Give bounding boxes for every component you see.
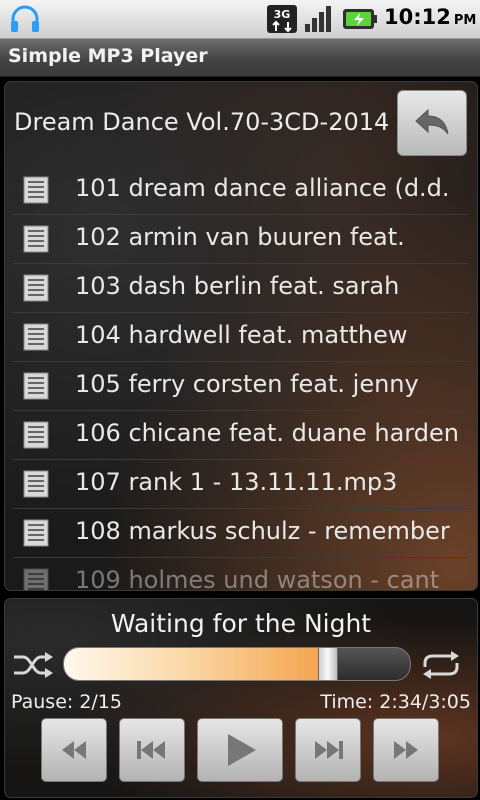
track-title: 104 hardwell feat. matthew	[75, 321, 408, 349]
signal-icon	[305, 6, 331, 32]
play-icon	[228, 734, 256, 766]
shuffle-icon[interactable]	[11, 649, 55, 681]
status-bar: 3G 10:12 PM	[0, 0, 480, 39]
track-list[interactable]: 101 dream dance alliance (d.d. 102 armin…	[13, 166, 469, 591]
fast-forward-icon	[394, 741, 418, 759]
list-item[interactable]: 106 chicane feat. duane harden	[13, 411, 469, 460]
file-icon	[23, 323, 49, 351]
list-item[interactable]: 107 rank 1 - 13.11.11.mp3	[13, 460, 469, 509]
track-title: 109 holmes und watson - cant	[75, 566, 440, 591]
seek-bar[interactable]	[63, 647, 411, 681]
track-title: 107 rank 1 - 13.11.11.mp3	[75, 468, 398, 496]
clock: 10:12 PM	[384, 5, 476, 29]
play-button[interactable]	[197, 718, 283, 782]
track-title: 101 dream dance alliance (d.d.	[75, 174, 450, 202]
seek-thumb[interactable]	[317, 648, 338, 680]
list-item[interactable]: 109 holmes und watson - cant	[13, 558, 469, 591]
file-icon	[23, 568, 49, 590]
repeat-icon[interactable]	[419, 649, 463, 681]
list-item[interactable]: 104 hardwell feat. matthew	[13, 313, 469, 362]
playlist-panel: Dream Dance Vol.70-3CD-2014 101 dream da…	[4, 81, 478, 591]
file-icon	[23, 519, 49, 547]
3g-data-icon: 3G	[267, 5, 297, 33]
clock-time: 10:12	[384, 5, 451, 29]
track-title: 105 ferry corsten feat. jenny	[75, 370, 419, 398]
app-title-bar: Simple MP3 Player	[0, 39, 480, 77]
previous-button[interactable]	[119, 718, 185, 782]
list-item[interactable]: 101 dream dance alliance (d.d.	[13, 166, 469, 215]
list-item[interactable]: 102 armin van buuren feat.	[13, 215, 469, 264]
app-title: Simple MP3 Player	[8, 45, 208, 67]
track-title: 102 armin van buuren feat.	[75, 223, 405, 251]
list-item[interactable]: 103 dash berlin feat. sarah	[13, 264, 469, 313]
battery-charging-icon	[343, 9, 377, 29]
file-icon	[23, 470, 49, 498]
track-title: 106 chicane feat. duane harden	[75, 419, 459, 447]
player-panel: Waiting for the Night Pause: 2/15 Time: …	[4, 598, 478, 798]
file-icon	[23, 421, 49, 449]
track-title: 108 markus schulz - remember	[75, 517, 450, 545]
time-info: Time: 2:34/3:05	[320, 691, 471, 713]
file-icon	[23, 274, 49, 302]
back-arrow-icon	[415, 108, 449, 135]
previous-icon	[137, 741, 165, 759]
file-icon	[23, 225, 49, 253]
next-icon	[315, 741, 343, 759]
pause-info: Pause: 2/15	[11, 691, 122, 713]
folder-title: Dream Dance Vol.70-3CD-2014	[14, 108, 390, 136]
file-icon	[23, 372, 49, 400]
track-title: 103 dash berlin feat. sarah	[75, 272, 400, 300]
clock-ampm: PM	[453, 13, 477, 28]
rewind-button[interactable]	[41, 718, 107, 782]
now-playing-title: Waiting for the Night	[110, 609, 372, 638]
network-type-label: 3G	[274, 8, 291, 21]
file-icon	[23, 176, 49, 204]
fast-forward-button[interactable]	[373, 718, 439, 782]
rewind-icon	[62, 741, 86, 759]
list-item[interactable]: 108 markus schulz - remember	[13, 509, 469, 558]
back-button[interactable]	[397, 90, 467, 156]
seek-progress	[64, 648, 327, 680]
next-button[interactable]	[295, 718, 361, 782]
list-item[interactable]: 105 ferry corsten feat. jenny	[13, 362, 469, 411]
headphones-icon	[11, 5, 39, 32]
